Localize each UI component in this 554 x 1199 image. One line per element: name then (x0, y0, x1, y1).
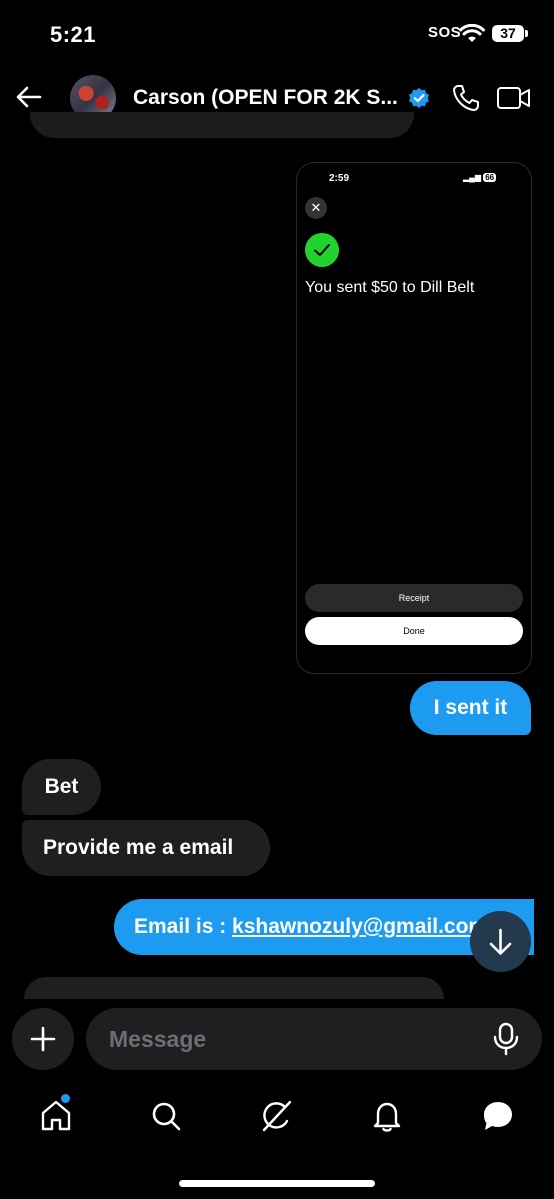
payment-screenshot-image[interactable]: 2:59 ▂▄▆ 66 ✕ You sent $50 to Dill Belt … (296, 162, 532, 674)
screenshot-time: 2:59 (329, 173, 350, 184)
home-icon[interactable] (37, 1097, 75, 1135)
battery-indicator: 37 (492, 25, 524, 42)
notification-dot (61, 1094, 70, 1103)
payment-confirmation-text: You sent $50 to Dill Belt (305, 279, 475, 296)
sos-indicator: SOS (428, 24, 462, 41)
video-call-icon[interactable] (496, 82, 532, 114)
screenshot-status-icons: ▂▄▆ 66 (463, 173, 497, 182)
add-attachment-button[interactable] (12, 1008, 74, 1070)
receipt-button: Receipt (305, 584, 523, 612)
message-bubble-sent[interactable]: I sent it (410, 681, 531, 735)
wifi-icon (459, 24, 485, 42)
checkmark-icon (305, 233, 339, 267)
previous-message-bubble (30, 112, 414, 138)
phone-call-icon[interactable] (450, 82, 482, 114)
battery-cap (525, 30, 528, 37)
bell-icon[interactable] (368, 1097, 406, 1135)
grok-icon[interactable] (258, 1097, 296, 1135)
home-indicator (179, 1180, 375, 1187)
message-bubble-received[interactable]: Bet (22, 759, 101, 815)
messages-icon[interactable] (479, 1097, 517, 1135)
message-input[interactable] (86, 1008, 542, 1070)
back-arrow-icon[interactable] (14, 82, 44, 112)
microphone-icon[interactable] (492, 1022, 520, 1056)
done-button: Done (305, 617, 523, 645)
next-message-bubble (24, 977, 444, 999)
message-bubble-received[interactable]: Provide me a email (22, 820, 270, 876)
close-icon: ✕ (305, 197, 327, 219)
status-time: 5:21 (50, 22, 97, 47)
scroll-to-bottom-button[interactable] (470, 911, 531, 972)
email-link[interactable]: kshawnozuly@gmail.com (232, 915, 487, 938)
screenshot-battery: 66 (483, 173, 497, 182)
search-icon[interactable] (147, 1097, 185, 1135)
contact-name[interactable]: Carson (OPEN FOR 2K S... (133, 86, 398, 110)
message-text: Email is : (134, 915, 233, 938)
verified-badge-icon (409, 88, 429, 108)
